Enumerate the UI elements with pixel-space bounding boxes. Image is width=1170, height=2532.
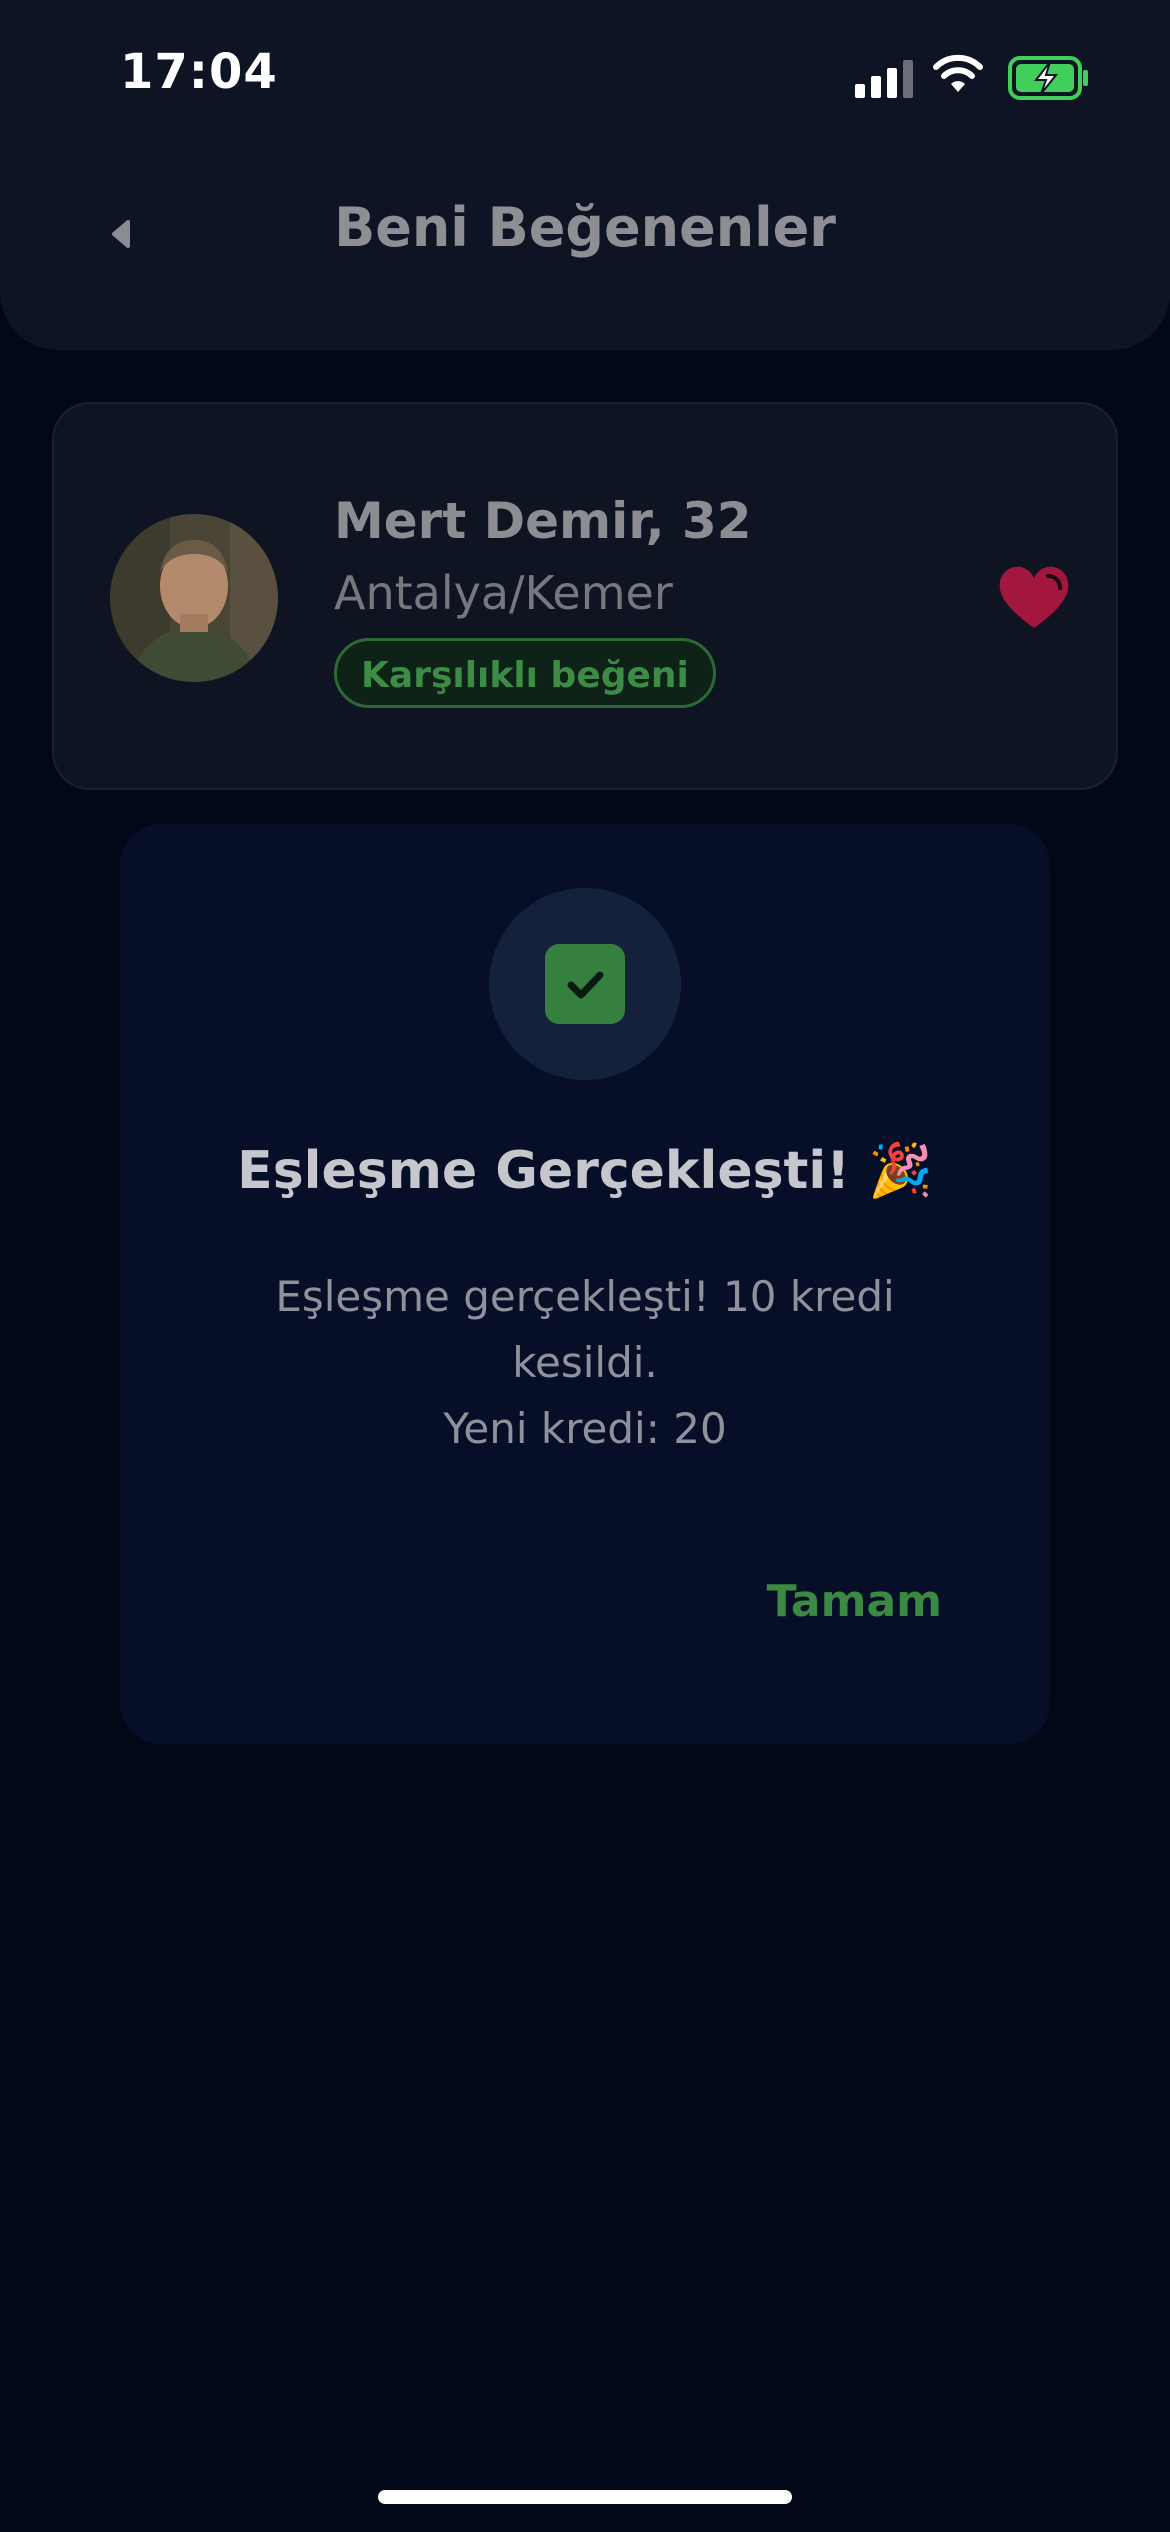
profile-name: Mert Demir, 32 bbox=[334, 492, 752, 550]
dialog-title: Eşleşme Gerçekleşti! 🎉 bbox=[237, 1141, 933, 1201]
signal-icon bbox=[855, 58, 913, 98]
dialog-message: Eşleşme gerçekleşti! 10 kredi kesildi. Y… bbox=[200, 1264, 970, 1462]
success-badge bbox=[489, 888, 681, 1080]
status-bar: 17:04 bbox=[0, 0, 1170, 150]
page-title: Beni Beğenenler bbox=[334, 196, 836, 259]
ok-button[interactable]: Tamam bbox=[767, 1576, 942, 1627]
avatar[interactable] bbox=[110, 514, 278, 682]
wifi-icon bbox=[933, 54, 983, 92]
dialog-message-line1: Eşleşme gerçekleşti! 10 kredi kesildi. bbox=[275, 1272, 895, 1387]
match-dialog: Eşleşme Gerçekleşti! 🎉 Eşleşme gerçekleş… bbox=[120, 824, 1050, 1744]
mutual-like-badge: Karşılıklı beğeni bbox=[334, 638, 716, 708]
check-icon bbox=[545, 944, 625, 1024]
heart-icon[interactable] bbox=[996, 564, 1072, 632]
home-indicator[interactable] bbox=[378, 2490, 792, 2504]
dialog-message-line2: Yeni kredi: 20 bbox=[443, 1404, 727, 1453]
status-time: 17:04 bbox=[120, 44, 278, 100]
battery-charging-icon bbox=[1008, 56, 1088, 100]
profile-location: Antalya/Kemer bbox=[334, 566, 673, 620]
liker-card[interactable]: Mert Demir, 32 Antalya/Kemer Karşılıklı … bbox=[52, 402, 1118, 790]
